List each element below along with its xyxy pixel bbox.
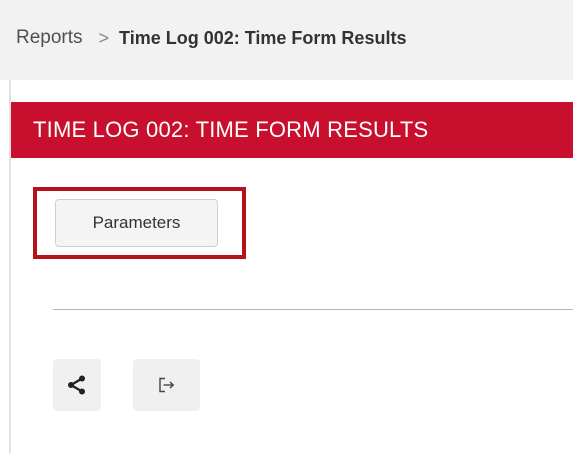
export-icon — [158, 377, 176, 393]
page-title: TIME LOG 002: TIME FORM RESULTS — [33, 117, 429, 142]
export-button[interactable] — [133, 359, 200, 411]
breadcrumb-separator: > — [98, 27, 110, 48]
share-button[interactable] — [53, 359, 101, 411]
breadcrumb-current: Time Log 002: Time Form Results — [119, 27, 407, 48]
share-icon — [67, 375, 87, 395]
report-page: Reports > Time Log 002: Time Form Result… — [0, 0, 573, 453]
breadcrumb-reports-link[interactable]: Reports — [16, 27, 83, 49]
breadcrumb: Reports > Time Log 002: Time Form Result… — [0, 0, 573, 80]
section-divider — [53, 309, 573, 310]
parameters-button[interactable]: Parameters — [55, 199, 218, 247]
page-title-bar: TIME LOG 002: TIME FORM RESULTS — [11, 102, 573, 158]
